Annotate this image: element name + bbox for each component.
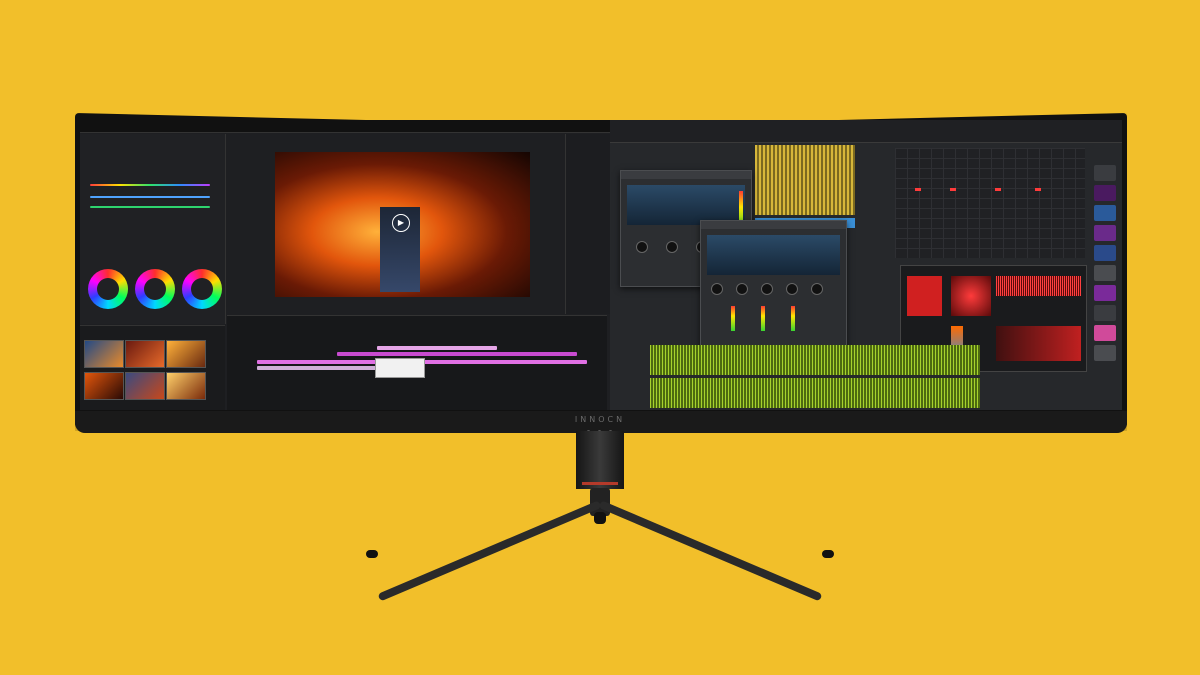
timeline-clip[interactable] <box>337 352 577 356</box>
brand-logo: INNOCN <box>574 415 626 424</box>
sidebar-icon[interactable] <box>1094 265 1116 281</box>
stand-foot <box>594 512 606 524</box>
video-editor-window: ▶ <box>80 120 611 410</box>
sidebar-icon[interactable] <box>1094 325 1116 341</box>
sidebar-icon[interactable] <box>1094 345 1116 361</box>
media-thumbnail[interactable] <box>125 340 165 368</box>
midi-note[interactable] <box>915 188 921 191</box>
stand-leg-right <box>598 500 823 602</box>
product-photo: INNOCN ▶ <box>0 0 1200 675</box>
stand-foot <box>366 550 378 558</box>
monitor-stand-neck <box>576 431 624 489</box>
context-menu[interactable] <box>375 358 425 378</box>
color-wheel-3[interactable] <box>182 269 222 309</box>
sidebar-icon[interactable] <box>1094 205 1116 221</box>
media-thumbnail[interactable] <box>84 372 124 400</box>
sidebar-icon[interactable] <box>1094 285 1116 301</box>
audio-waveform <box>755 145 855 215</box>
level-meter <box>791 306 795 331</box>
eq-plugin-2 <box>700 220 847 352</box>
plugin-knob[interactable] <box>711 283 723 295</box>
stereo-scope <box>951 276 991 316</box>
color-grading-panel <box>80 134 226 324</box>
green-waveform-track <box>650 378 980 408</box>
sidebar-icon[interactable] <box>1094 305 1116 321</box>
stand-leg-left <box>377 500 602 602</box>
media-thumbnail[interactable] <box>84 340 124 368</box>
piano-roll <box>895 148 1085 258</box>
program-monitor-preview: ▶ <box>275 152 530 297</box>
editor-title-bar <box>80 120 610 133</box>
spectrogram <box>996 326 1081 361</box>
red-level-display <box>907 276 942 316</box>
color-curve <box>90 196 210 198</box>
midi-note[interactable] <box>950 188 956 191</box>
green-waveform-track <box>650 345 980 375</box>
sidebar-icon[interactable] <box>1094 225 1116 241</box>
monitor-screen: ▶ <box>80 120 1122 410</box>
stand-accent-ring <box>582 482 618 485</box>
level-meter <box>761 306 765 331</box>
sidebar-icon[interactable] <box>1094 165 1116 181</box>
color-curve <box>90 206 210 208</box>
level-meter <box>731 306 735 331</box>
tools-panel <box>565 134 611 314</box>
color-curve <box>90 184 210 186</box>
media-thumbnail[interactable] <box>125 372 165 400</box>
plugin-knob[interactable] <box>736 283 748 295</box>
color-wheel-1[interactable] <box>88 269 128 309</box>
midi-note[interactable] <box>995 188 1001 191</box>
color-wheel-2[interactable] <box>135 269 175 309</box>
play-icon[interactable]: ▶ <box>392 214 410 232</box>
midi-note[interactable] <box>1035 188 1041 191</box>
sidebar-icon[interactable] <box>1094 245 1116 261</box>
stand-foot <box>822 550 834 558</box>
plugin-knob[interactable] <box>761 283 773 295</box>
red-waveform <box>996 276 1081 296</box>
daw-toolbar <box>610 120 1122 143</box>
media-bin <box>80 325 225 410</box>
audio-workstation-window <box>610 120 1122 410</box>
plugin-knob[interactable] <box>811 283 823 295</box>
media-thumbnail[interactable] <box>166 372 206 400</box>
eq-curve-display[interactable] <box>707 235 840 275</box>
daw-sidebar <box>1092 160 1118 400</box>
eq-curve-display[interactable] <box>627 185 745 225</box>
plugin-title-bar[interactable] <box>701 221 846 229</box>
timeline-clip[interactable] <box>377 346 497 350</box>
plugin-knob[interactable] <box>636 241 648 253</box>
plugin-title-bar[interactable] <box>621 171 751 179</box>
sidebar-icon[interactable] <box>1094 185 1116 201</box>
media-thumbnail[interactable] <box>166 340 206 368</box>
plugin-knob[interactable] <box>786 283 798 295</box>
plugin-knob[interactable] <box>666 241 678 253</box>
